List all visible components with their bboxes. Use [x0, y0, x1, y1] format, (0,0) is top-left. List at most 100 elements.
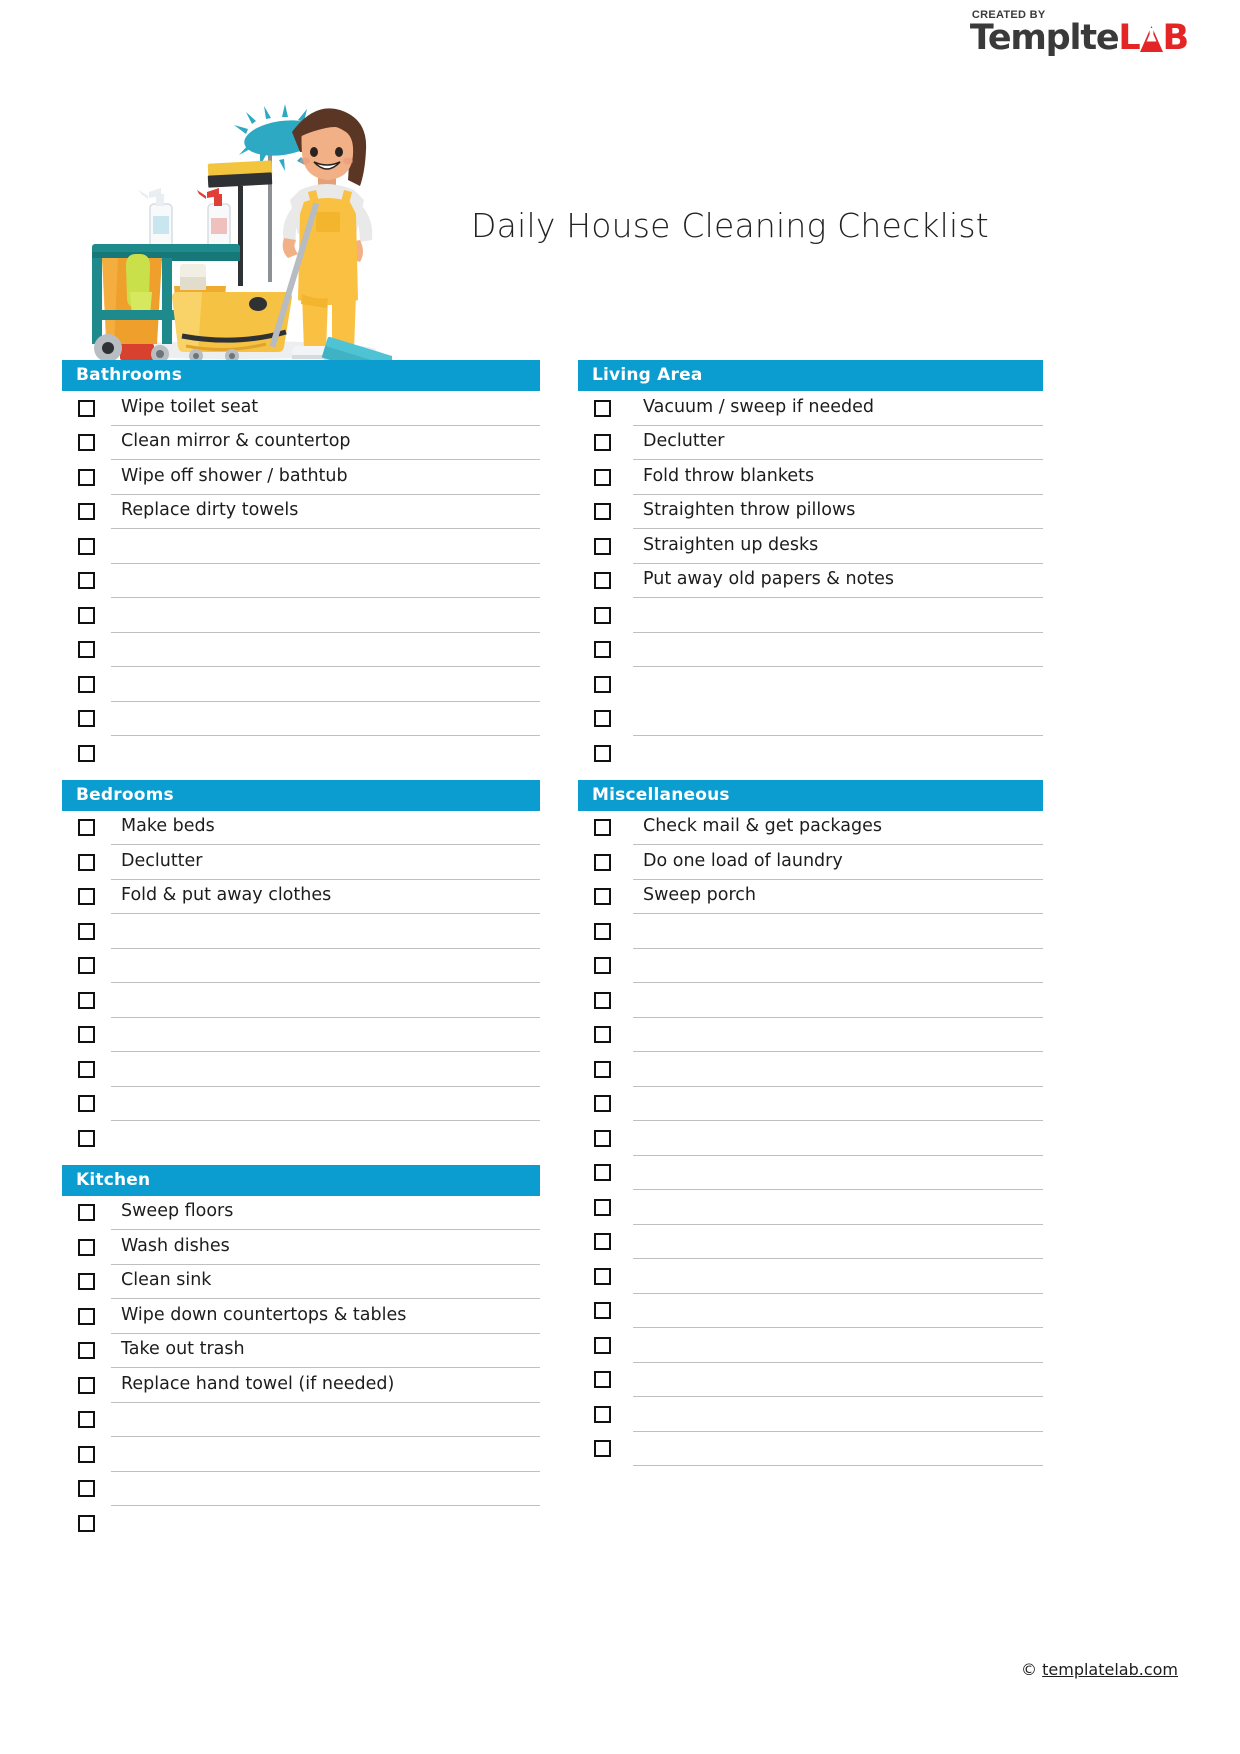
checklist-row-field[interactable]: Sweep porch — [633, 880, 1043, 914]
checklist-row-field[interactable]: Do one load of laundry — [633, 845, 1043, 880]
checkbox-icon[interactable] — [594, 1267, 611, 1285]
checklist-row-field[interactable] — [633, 1259, 1043, 1294]
checkbox-icon[interactable] — [594, 1233, 611, 1251]
checklist-row-field[interactable]: Wipe toilet seat — [111, 391, 540, 426]
templatelab-url-link[interactable]: templatelab.com — [1042, 1660, 1178, 1679]
checklist-row-field[interactable]: Sweep floors — [111, 1196, 540, 1230]
checklist-row-field[interactable] — [633, 914, 1043, 949]
checkbox-icon[interactable] — [594, 1336, 611, 1354]
checkbox-icon[interactable] — [78, 1238, 95, 1256]
checklist-row-field[interactable] — [111, 1087, 540, 1121]
checkbox-icon[interactable] — [78, 922, 95, 940]
checkbox-icon[interactable] — [594, 1302, 611, 1320]
checkbox-icon[interactable] — [78, 1480, 95, 1498]
checkbox-icon[interactable] — [78, 744, 95, 762]
checklist-row-field[interactable] — [633, 1328, 1043, 1363]
checklist-row-field[interactable] — [111, 1052, 540, 1087]
checkbox-icon[interactable] — [78, 1514, 95, 1532]
checklist-row-field[interactable] — [111, 1506, 540, 1541]
checklist-row-field[interactable]: Clean sink — [111, 1265, 540, 1299]
checkbox-icon[interactable] — [594, 1164, 611, 1182]
checkbox-icon[interactable] — [594, 641, 611, 659]
checkbox-icon[interactable] — [78, 1026, 95, 1044]
checkbox-icon[interactable] — [594, 922, 611, 940]
checkbox-icon[interactable] — [594, 675, 611, 693]
checkbox-icon[interactable] — [78, 434, 95, 452]
checkbox-icon[interactable] — [594, 503, 611, 521]
checkbox-icon[interactable] — [594, 1198, 611, 1216]
checkbox-icon[interactable] — [78, 1095, 95, 1113]
checkbox-icon[interactable] — [78, 1411, 95, 1429]
checkbox-icon[interactable] — [594, 572, 611, 590]
checklist-row-field[interactable] — [111, 633, 540, 667]
checklist-row-field[interactable] — [633, 1190, 1043, 1225]
checklist-row-field[interactable] — [633, 1225, 1043, 1259]
checklist-row-field[interactable]: Wipe down countertops & tables — [111, 1299, 540, 1334]
checkbox-icon[interactable] — [78, 853, 95, 871]
checkbox-icon[interactable] — [78, 957, 95, 975]
checklist-row-field[interactable]: Straighten up desks — [633, 529, 1043, 564]
checkbox-icon[interactable] — [594, 819, 611, 837]
checkbox-icon[interactable] — [594, 853, 611, 871]
checklist-row-field[interactable]: Put away old papers & notes — [633, 564, 1043, 598]
checklist-row-field[interactable]: Straighten throw pillows — [633, 495, 1043, 529]
checklist-row-field[interactable] — [633, 702, 1043, 736]
checklist-row-field[interactable]: Replace hand towel (if needed) — [111, 1368, 540, 1403]
checklist-row-field[interactable] — [633, 1432, 1043, 1466]
checklist-row-field[interactable] — [633, 983, 1043, 1018]
checkbox-icon[interactable] — [78, 819, 95, 837]
checkbox-icon[interactable] — [78, 606, 95, 624]
checklist-row-field[interactable] — [111, 1018, 540, 1052]
checklist-row-field[interactable] — [633, 633, 1043, 667]
checkbox-icon[interactable] — [78, 1445, 95, 1463]
checkbox-icon[interactable] — [78, 641, 95, 659]
checklist-row-field[interactable]: Wash dishes — [111, 1230, 540, 1265]
checkbox-icon[interactable] — [594, 1026, 611, 1044]
checklist-row-field[interactable] — [633, 1087, 1043, 1121]
checkbox-icon[interactable] — [594, 957, 611, 975]
checklist-row-field[interactable] — [111, 702, 540, 736]
checkbox-icon[interactable] — [78, 468, 95, 486]
checklist-row-field[interactable]: Fold & put away clothes — [111, 880, 540, 914]
checkbox-icon[interactable] — [78, 1376, 95, 1394]
checkbox-icon[interactable] — [78, 1342, 95, 1360]
checkbox-icon[interactable] — [594, 399, 611, 417]
checklist-row-field[interactable]: Take out trash — [111, 1334, 540, 1368]
checkbox-icon[interactable] — [78, 991, 95, 1009]
checklist-row-field[interactable] — [111, 598, 540, 633]
checkbox-icon[interactable] — [594, 991, 611, 1009]
checklist-row-field[interactable] — [633, 736, 1043, 771]
checklist-row-field[interactable] — [111, 564, 540, 598]
checklist-row-field[interactable]: Declutter — [633, 426, 1043, 460]
checkbox-icon[interactable] — [78, 537, 95, 555]
checklist-row-field[interactable] — [633, 1156, 1043, 1190]
checkbox-icon[interactable] — [78, 572, 95, 590]
checkbox-icon[interactable] — [594, 1095, 611, 1113]
checklist-row-field[interactable] — [633, 1121, 1043, 1156]
checklist-row-field[interactable] — [111, 529, 540, 564]
checklist-row-field[interactable] — [633, 1397, 1043, 1432]
checkbox-icon[interactable] — [594, 744, 611, 762]
checklist-row-field[interactable]: Declutter — [111, 845, 540, 880]
checkbox-icon[interactable] — [78, 710, 95, 728]
checkbox-icon[interactable] — [78, 1204, 95, 1222]
checkbox-icon[interactable] — [594, 468, 611, 486]
checkbox-icon[interactable] — [594, 710, 611, 728]
checklist-row-field[interactable] — [111, 667, 540, 702]
checklist-row-field[interactable] — [111, 1437, 540, 1472]
checkbox-icon[interactable] — [594, 1440, 611, 1458]
checkbox-icon[interactable] — [594, 1405, 611, 1423]
checklist-row-field[interactable] — [633, 1018, 1043, 1052]
checkbox-icon[interactable] — [78, 1060, 95, 1078]
checklist-row-field[interactable] — [111, 1403, 540, 1437]
checkbox-icon[interactable] — [78, 675, 95, 693]
checkbox-icon[interactable] — [78, 888, 95, 906]
checklist-row-field[interactable]: Clean mirror & countertop — [111, 426, 540, 460]
checkbox-icon[interactable] — [78, 399, 95, 417]
checklist-row-field[interactable] — [111, 1121, 540, 1156]
checkbox-icon[interactable] — [594, 1129, 611, 1147]
checklist-row-field[interactable]: Make beds — [111, 811, 540, 845]
checklist-row-field[interactable]: Fold throw blankets — [633, 460, 1043, 495]
checklist-row-field[interactable] — [111, 736, 540, 771]
checkbox-icon[interactable] — [594, 888, 611, 906]
